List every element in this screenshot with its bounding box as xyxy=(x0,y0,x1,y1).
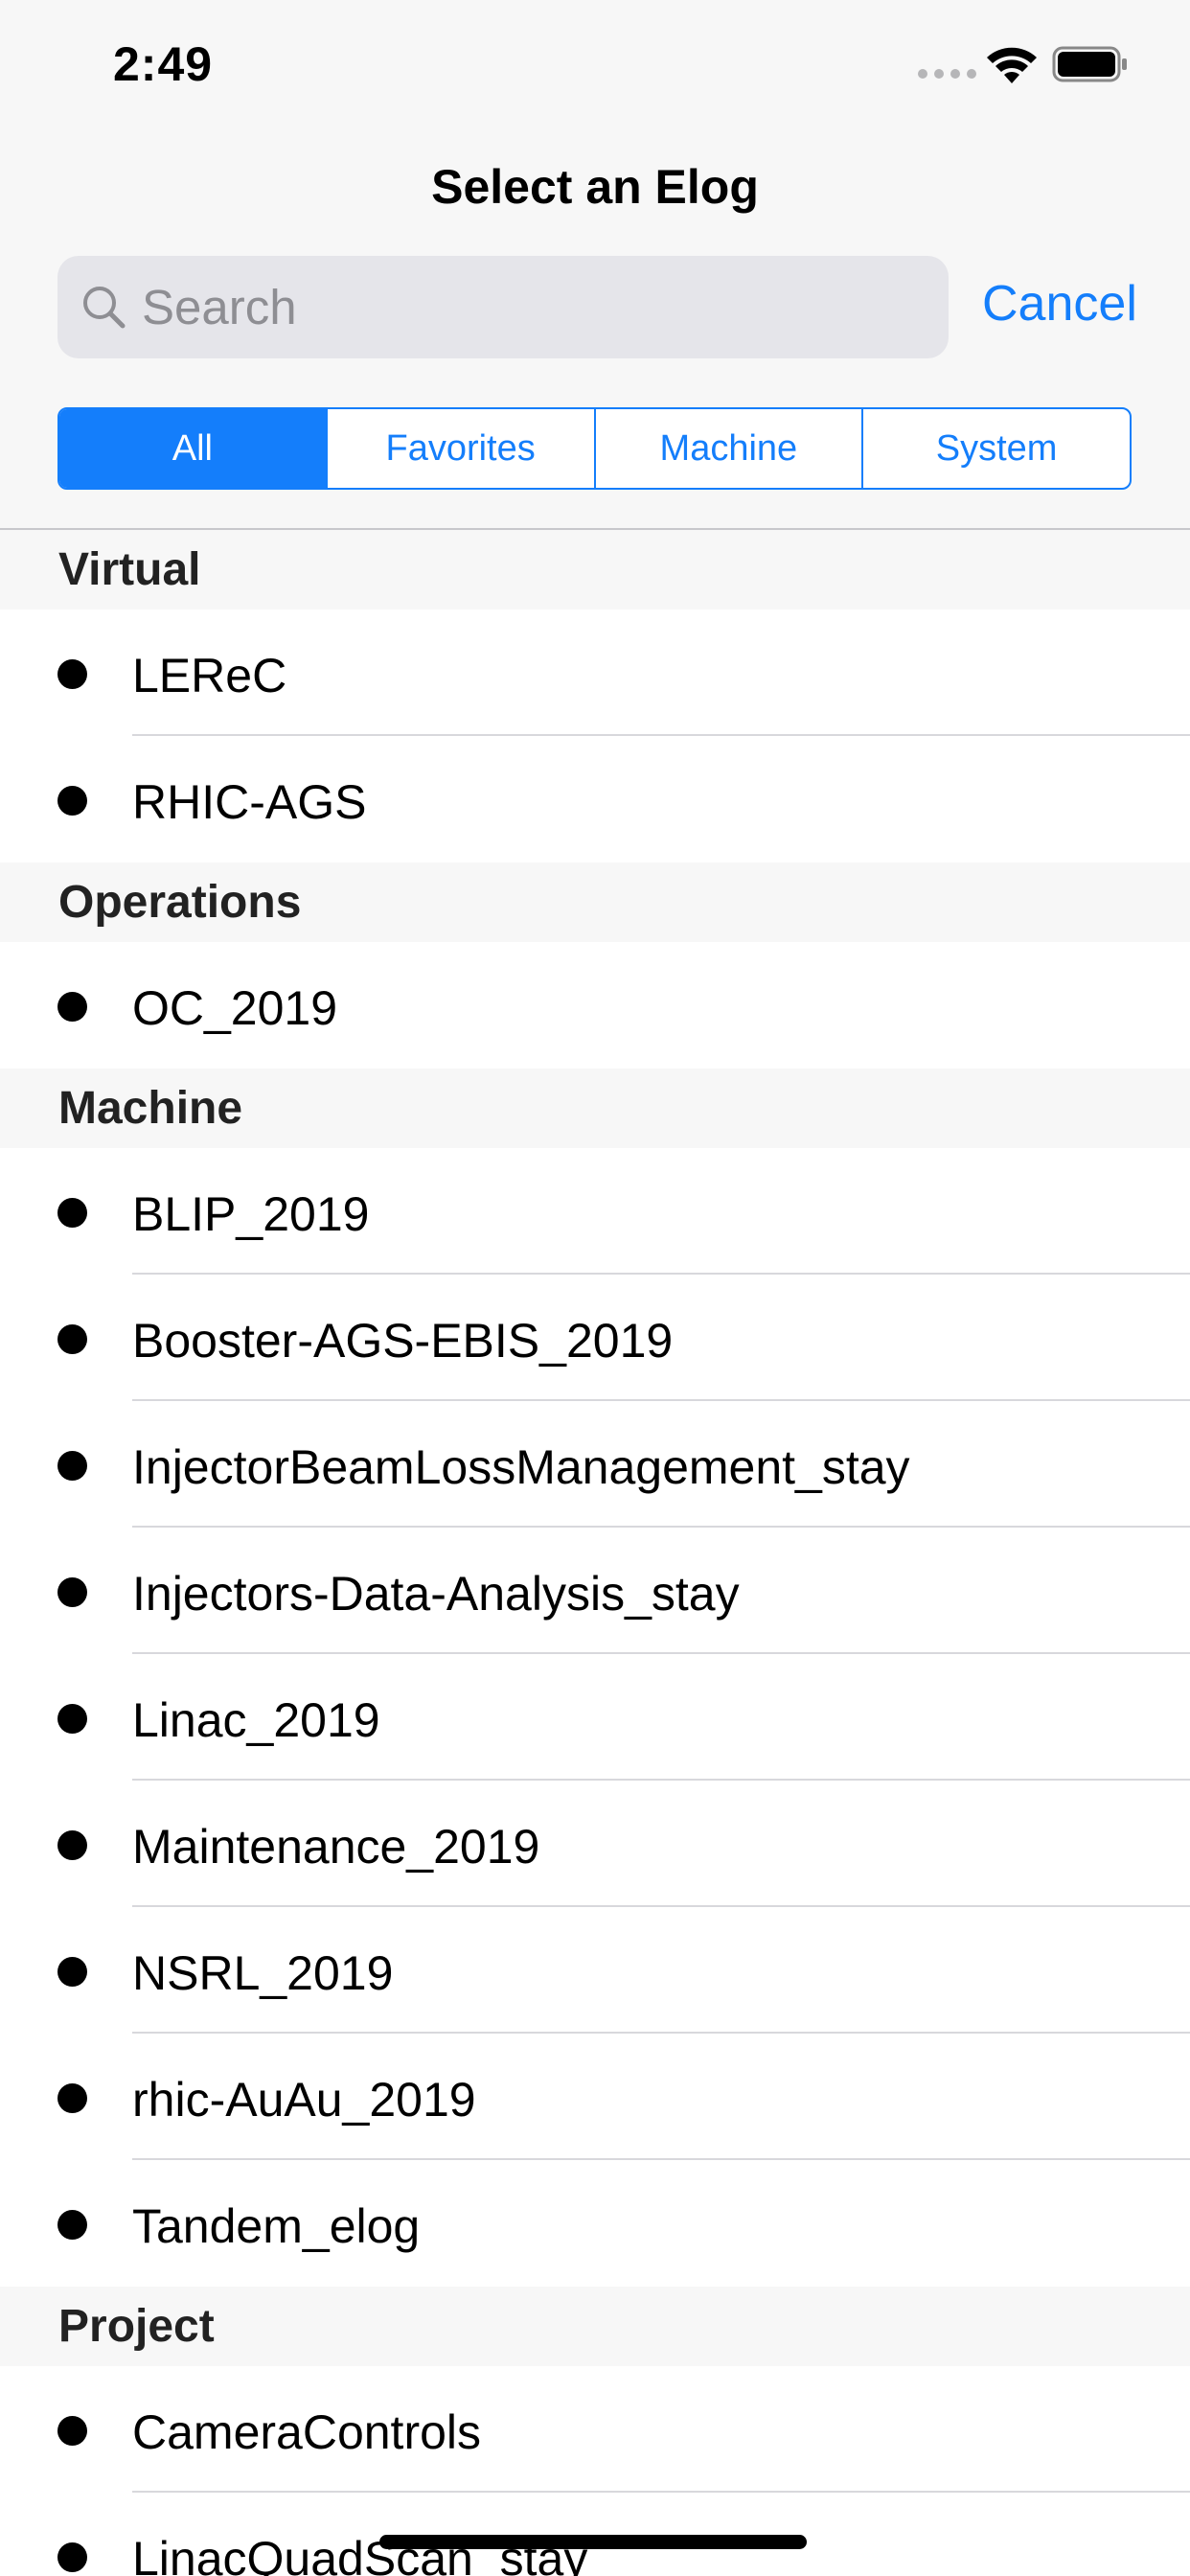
search-input[interactable] xyxy=(142,256,927,358)
bullet-icon xyxy=(57,1957,87,1987)
bullet-icon xyxy=(57,1830,87,1860)
list-item[interactable]: Booster-AGS-EBIS_2019 xyxy=(0,1275,1190,1401)
list-item-label: NSRL_2019 xyxy=(132,1946,394,2000)
list-item[interactable]: BLIP_2019 xyxy=(0,1148,1190,1275)
section-header-virtual: Virtual xyxy=(0,530,1190,610)
bullet-icon xyxy=(57,2210,87,2240)
list-item[interactable]: Linac_2019 xyxy=(0,1654,1190,1781)
segment-machine[interactable]: Machine xyxy=(593,409,862,488)
list-item-label: Injectors-Data-Analysis_stay xyxy=(132,1567,740,1621)
list-item[interactable]: InjectorBeamLossManagement_stay xyxy=(0,1401,1190,1528)
section-header-operations: Operations xyxy=(0,862,1190,942)
filter-segmented-control: All Favorites Machine System xyxy=(57,407,1132,490)
bullet-icon xyxy=(57,2542,87,2572)
bullet-icon xyxy=(57,1451,87,1481)
bullet-icon xyxy=(57,1577,87,1607)
bullet-icon xyxy=(57,992,87,1022)
bullet-icon xyxy=(57,2416,87,2446)
navigation-header: 2:49 Select an Elog Cancel All Favorites… xyxy=(0,0,1190,530)
list-item[interactable]: OC_2019 xyxy=(0,942,1190,1069)
list-item-label: OC_2019 xyxy=(132,981,338,1035)
bullet-icon xyxy=(57,1704,87,1734)
list-item-label: Booster-AGS-EBIS_2019 xyxy=(132,1314,674,1368)
bullet-icon xyxy=(57,2083,87,2113)
list-item-label: Maintenance_2019 xyxy=(132,1820,540,1874)
status-bar: 2:49 xyxy=(0,0,1190,129)
list-item[interactable]: Tandem_elog xyxy=(0,2160,1190,2287)
page-title: Select an Elog xyxy=(431,160,759,214)
segment-system[interactable]: System xyxy=(861,409,1130,488)
list-item[interactable]: CameraControls xyxy=(0,2366,1190,2493)
bullet-icon xyxy=(57,786,87,816)
list-item-label: rhic-AuAu_2019 xyxy=(132,2073,476,2127)
segment-favorites[interactable]: Favorites xyxy=(325,409,594,488)
list-item[interactable]: LEReC xyxy=(0,610,1190,736)
list-item-label: Tandem_elog xyxy=(132,2199,421,2253)
cancel-button[interactable]: Cancel xyxy=(982,275,1137,333)
wifi-icon xyxy=(987,47,1037,83)
cellular-signal-icon xyxy=(918,69,976,79)
section-title: Operations xyxy=(58,877,302,928)
list-item[interactable]: Maintenance_2019 xyxy=(0,1781,1190,1907)
list-item[interactable]: RHIC-AGS xyxy=(0,736,1190,862)
section-title: Machine xyxy=(58,1083,243,1134)
list-item-label: InjectorBeamLossManagement_stay xyxy=(132,1440,910,1494)
search-icon xyxy=(83,287,126,329)
section-header-machine: Machine xyxy=(0,1069,1190,1148)
list-item-label: CameraControls xyxy=(132,2405,482,2459)
list-item[interactable]: rhic-AuAu_2019 xyxy=(0,2034,1190,2160)
list-item-label: RHIC-AGS xyxy=(132,775,367,829)
segment-all[interactable]: All xyxy=(59,409,326,488)
elog-list: Virtual LEReC RHIC-AGS Operations OC_201… xyxy=(0,530,1190,2576)
home-indicator[interactable] xyxy=(379,2535,807,2549)
list-item-label: Linac_2019 xyxy=(132,1693,380,1747)
bullet-icon xyxy=(57,659,87,689)
list-item-label: BLIP_2019 xyxy=(132,1187,370,1241)
bullet-icon xyxy=(57,1324,87,1354)
section-header-project: Project xyxy=(0,2287,1190,2366)
battery-icon xyxy=(1052,46,1127,82)
search-bar[interactable] xyxy=(57,256,949,358)
list-item[interactable]: Injectors-Data-Analysis_stay xyxy=(0,1528,1190,1654)
section-title: Virtual xyxy=(58,544,201,595)
list-item[interactable]: NSRL_2019 xyxy=(0,1907,1190,2034)
bullet-icon xyxy=(57,1198,87,1228)
list-item-label: LEReC xyxy=(132,649,287,702)
status-time: 2:49 xyxy=(113,37,214,91)
section-title: Project xyxy=(58,2301,215,2352)
